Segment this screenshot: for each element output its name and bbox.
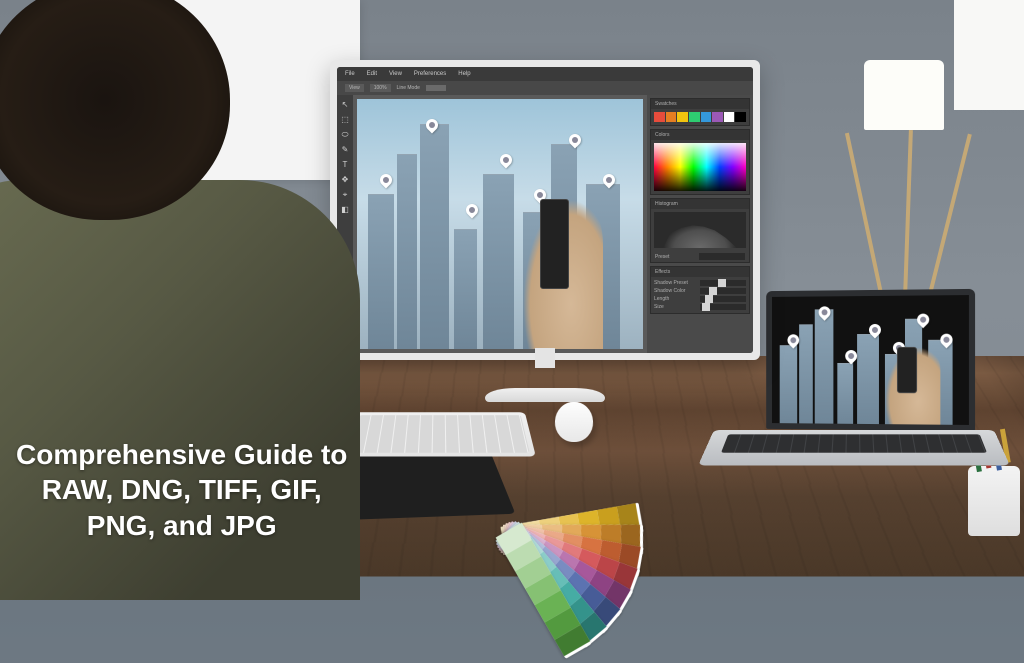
menu-view[interactable]: View bbox=[389, 71, 402, 77]
colors-panel-title: Colors bbox=[651, 130, 749, 140]
histogram-graph bbox=[654, 212, 746, 248]
view-button[interactable]: View bbox=[345, 84, 364, 92]
histogram-panel-title: Histogram bbox=[651, 199, 749, 209]
app-toolbar: View 100% Line Mode bbox=[337, 81, 753, 95]
desktop-monitor: File Edit View Preferences Help View 100… bbox=[330, 60, 760, 360]
effect-label: Size bbox=[654, 304, 664, 310]
caption-line: PNG, and JPG bbox=[16, 508, 347, 544]
marquee-tool-icon[interactable]: ⬚ bbox=[339, 114, 351, 126]
menu-prefs[interactable]: Preferences bbox=[414, 71, 446, 77]
wireless-mouse bbox=[554, 402, 594, 442]
effect-slider[interactable] bbox=[700, 304, 746, 310]
pan-tool-icon[interactable]: ✥ bbox=[339, 174, 351, 186]
map-pin-icon bbox=[463, 202, 480, 219]
map-pin-icon bbox=[498, 152, 515, 169]
lamp-shade bbox=[864, 60, 944, 130]
monitor-stand bbox=[485, 354, 605, 402]
effect-slider[interactable] bbox=[700, 296, 746, 302]
swatch-tool-icon[interactable]: ◧ bbox=[339, 204, 351, 216]
right-panels: Swatches Colors Histogram bbox=[647, 95, 753, 353]
image-caption: Comprehensive Guide to RAW, DNG, TIFF, G… bbox=[16, 437, 347, 544]
pencil-tool-icon[interactable]: ✎ bbox=[339, 144, 351, 156]
canvas-image bbox=[357, 99, 643, 349]
caption-line: RAW, DNG, TIFF, GIF, bbox=[16, 472, 347, 508]
menu-edit[interactable]: Edit bbox=[367, 71, 377, 77]
toolbar-mode-label: Line Mode bbox=[397, 85, 420, 91]
monitor-screen: File Edit View Preferences Help View 100… bbox=[337, 67, 753, 353]
zoom-readout[interactable]: 100% bbox=[370, 84, 391, 92]
effect-slider[interactable] bbox=[700, 288, 746, 294]
swatches-panel-title: Swatches bbox=[651, 99, 749, 109]
ceiling-lamp bbox=[954, 0, 1024, 110]
ellipse-tool-icon[interactable]: ⬭ bbox=[339, 129, 351, 141]
caption-line: Comprehensive Guide to bbox=[16, 437, 347, 473]
effect-label: Shadow Preset bbox=[654, 280, 688, 286]
effect-slider[interactable] bbox=[700, 280, 746, 286]
effects-panel-title: Effects bbox=[651, 267, 749, 277]
menu-file[interactable]: File bbox=[345, 71, 355, 77]
effect-label: Length bbox=[654, 296, 669, 302]
effects-panel: Effects Shadow Preset Shadow Color Lengt… bbox=[650, 266, 750, 314]
monitor-bezel: File Edit View Preferences Help View 100… bbox=[330, 60, 760, 360]
laptop-lid bbox=[766, 289, 975, 431]
preset-dropdown[interactable] bbox=[699, 253, 745, 260]
crosshair-tool-icon[interactable]: ⌖ bbox=[339, 189, 351, 201]
toolbar-slider[interactable] bbox=[426, 85, 446, 91]
app-menubar: File Edit View Preferences Help bbox=[337, 67, 753, 81]
swatches-panel: Swatches bbox=[650, 98, 750, 126]
laptop-base bbox=[698, 430, 1010, 465]
canvas-area[interactable] bbox=[353, 95, 647, 353]
move-tool-icon[interactable]: ↖ bbox=[339, 99, 351, 111]
preset-label: Preset bbox=[655, 254, 669, 260]
laptop-screen bbox=[772, 295, 969, 425]
smartphone bbox=[540, 199, 569, 289]
colors-panel: Colors bbox=[650, 129, 750, 195]
map-pin-icon bbox=[377, 172, 394, 189]
menu-help[interactable]: Help bbox=[458, 71, 470, 77]
smartphone bbox=[897, 347, 917, 393]
app-body: ↖ ⬚ ⬭ ✎ T ✥ ⌖ ◧ bbox=[337, 95, 753, 353]
type-tool-icon[interactable]: T bbox=[339, 159, 351, 171]
color-spectrum[interactable] bbox=[654, 143, 746, 191]
effect-label: Shadow Color bbox=[654, 288, 685, 294]
laptop-keyboard bbox=[721, 434, 987, 452]
histogram-panel: Histogram Preset bbox=[650, 198, 750, 263]
color-swatch-fan bbox=[496, 430, 723, 555]
